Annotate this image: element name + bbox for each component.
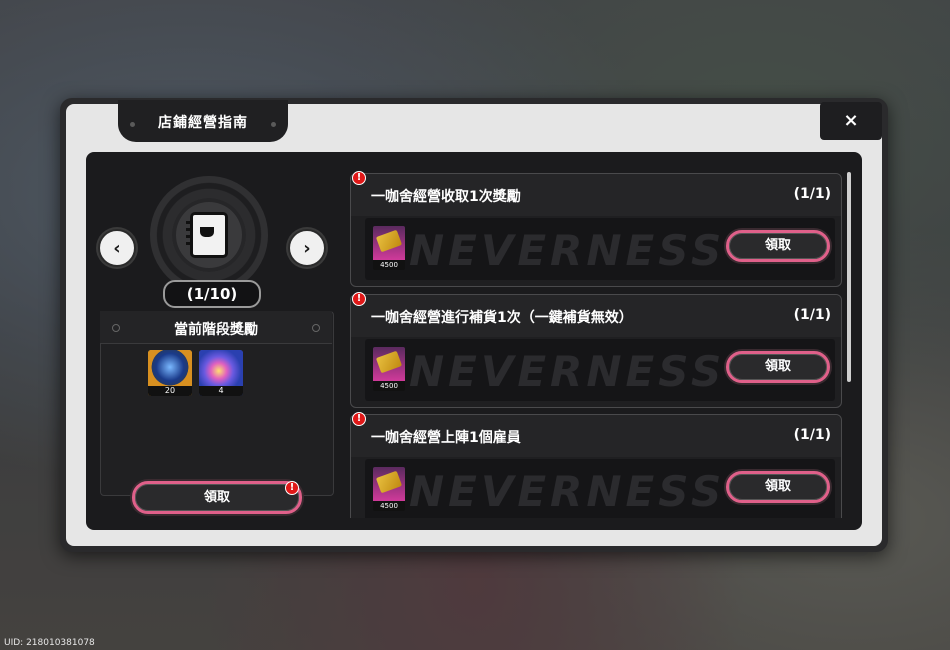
claim-stage-reward-button[interactable]: 領取 — [132, 481, 302, 514]
task-progress: (1/1) — [793, 427, 831, 443]
task-header: 一咖舍經營上陣1個雇員 (1/1) — [351, 415, 841, 457]
watermark: NEVERNESS — [409, 347, 726, 396]
task-scrollbar[interactable] — [846, 162, 852, 520]
task-reward-ticket[interactable]: 4500 — [373, 226, 405, 270]
reward-count: 20 — [148, 386, 192, 396]
reward-count: 4 — [199, 386, 243, 396]
task-name: 一咖舍經營上陣1個雇員 — [371, 430, 521, 446]
coffee-notebook-icon — [186, 212, 228, 258]
dialog-title: 店鋪經營指南 — [158, 115, 248, 131]
task-progress: (1/1) — [793, 307, 831, 323]
task-header: 一咖舍經營收取1次獎勵 (1/1) — [351, 174, 841, 216]
chevron-right-icon: › — [303, 237, 311, 259]
reward-item-blue-orb[interactable]: 20 — [148, 350, 192, 396]
prev-stage-button[interactable]: ‹ — [98, 229, 136, 267]
claim-label: 領取 — [764, 479, 791, 494]
next-stage-button[interactable]: › — [288, 229, 326, 267]
stage-reward-header: 當前階段獎勵 — [100, 311, 332, 344]
watermark: NEVERNESS — [409, 226, 726, 275]
claim-task-button[interactable]: 領取 — [726, 471, 830, 503]
stage-icon — [172, 198, 246, 272]
reward-count: 4500 — [373, 501, 405, 511]
reward-item-galaxy-orb[interactable]: 4 — [199, 350, 243, 396]
scroll-thumb[interactable] — [847, 172, 851, 382]
reward-count: 4500 — [373, 260, 405, 270]
alert-icon: ! — [352, 412, 366, 426]
blue-orb-icon — [148, 350, 192, 388]
claim-task-button[interactable]: 領取 — [726, 351, 830, 383]
watermark: NEVERNESS — [409, 467, 726, 516]
alert-icon: ! — [352, 292, 366, 306]
task-clip: 一咖舍經營上陣1個雇員 (1/1) NEVERNESS 4500 領取 — [350, 414, 842, 518]
reward-count: 4500 — [373, 381, 405, 391]
claim-label: 領取 — [764, 359, 791, 374]
title-tab: 店鋪經營指南 — [118, 100, 288, 142]
galaxy-orb-icon — [199, 350, 243, 388]
uid-label: UID: 218010381078 — [4, 638, 95, 648]
task-progress: (1/1) — [793, 186, 831, 202]
task-name: 一咖舍經營收取1次獎勵 — [371, 189, 521, 205]
claim-label: 領取 — [764, 238, 791, 253]
close-button[interactable]: × — [820, 102, 882, 140]
task-reward-ticket[interactable]: 4500 — [373, 467, 405, 511]
alert-icon: ! — [352, 171, 366, 185]
task-header: 一咖舍經營進行補貨1次（一鍵補貨無效） (1/1) — [351, 295, 841, 337]
alert-icon: ! — [285, 481, 299, 495]
claim-task-button[interactable]: 領取 — [726, 230, 830, 262]
stage-progress: (1/10) — [163, 280, 261, 308]
chevron-left-icon: ‹ — [113, 237, 121, 259]
stage-reward-title: 當前階段獎勵 — [174, 322, 258, 338]
claim-label: 領取 — [203, 490, 230, 505]
task-name: 一咖舍經營進行補貨1次（一鍵補貨無效） — [371, 310, 633, 326]
task-reward-ticket[interactable]: 4500 — [373, 347, 405, 391]
